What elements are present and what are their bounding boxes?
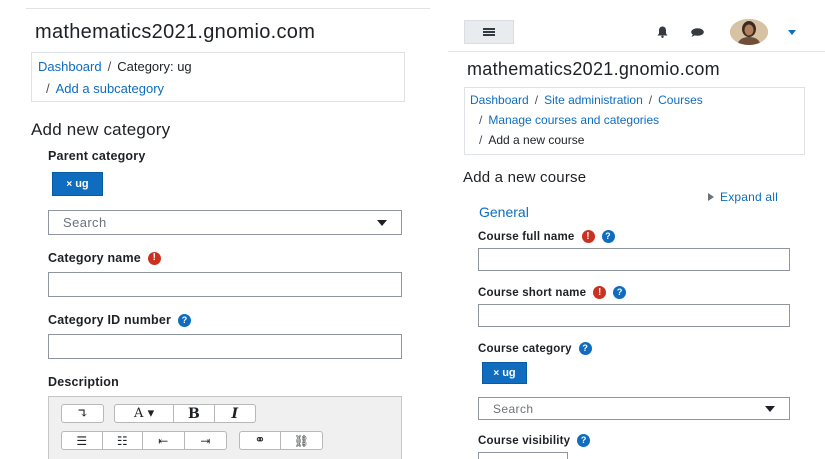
course-short-name-label: Course short name ! ? (478, 286, 627, 299)
course-category-search[interactable]: Search (478, 397, 790, 420)
outdent-button[interactable]: ⇤ (143, 432, 185, 449)
course-short-name-label-text: Course short name (478, 286, 587, 299)
course-short-name-input[interactable] (478, 304, 790, 327)
breadcrumb-courses-link[interactable]: Courses (658, 93, 703, 107)
selected-category-tag[interactable]: × ug (482, 362, 527, 384)
parent-category-label-text: Parent category (48, 149, 146, 163)
add-subcategory-link[interactable]: Add a subcategory (56, 81, 164, 96)
unlink-button[interactable]: ⛓ (281, 432, 322, 449)
breadcrumb-current: Category: ug (117, 59, 192, 74)
search-placeholder: Search (493, 401, 534, 416)
user-menu-caret-icon[interactable] (788, 30, 796, 35)
course-category-label: Course category ? (478, 342, 592, 355)
help-icon[interactable]: ? (601, 230, 615, 243)
breadcrumb-separator: / (534, 93, 539, 107)
breadcrumb-separator: / (46, 81, 50, 96)
help-icon[interactable]: ? (613, 286, 627, 299)
category-name-label-text: Category name (48, 251, 141, 265)
breadcrumb-site-admin-link[interactable]: Site administration (544, 93, 643, 107)
remove-tag-icon[interactable]: × (493, 368, 499, 379)
chat-icon[interactable] (691, 28, 704, 37)
site-title: mathematics2021.gnomio.com (467, 59, 720, 79)
expand-triangle-icon (708, 193, 714, 201)
breadcrumb: Dashboard / Category: ug / Add a subcategor… (31, 52, 405, 102)
tag-label: ug (75, 178, 89, 190)
course-category-label-text: Course category (478, 342, 572, 355)
top-divider (26, 8, 430, 9)
page-heading: Add a new course (463, 169, 587, 186)
tag-label: ug (502, 367, 516, 379)
parent-category-search[interactable]: Search (48, 210, 402, 235)
dropdown-caret-icon[interactable] (765, 405, 775, 412)
left-panel: mathematics2021.gnomio.com Dashboard / Cat… (0, 0, 430, 459)
right-panel: mathematics2021.gnomio.com Dashboard / Sit… (448, 0, 825, 459)
collapse-toolbar-button[interactable]: ↴ (62, 405, 103, 422)
course-full-name-label-text: Course full name (478, 230, 575, 243)
unordered-list-button[interactable]: ☰ (62, 432, 103, 449)
category-id-input[interactable] (48, 334, 402, 359)
menu-toggle-button[interactable] (464, 20, 514, 44)
required-icon: ! (147, 251, 161, 265)
search-placeholder: Search (63, 215, 107, 230)
breadcrumb-separator: / (479, 133, 483, 147)
required-icon: ! (593, 286, 607, 299)
top-navbar (448, 0, 825, 52)
editor-toolbar-group: ☰ ☷ ⇤ ⇥ (61, 431, 227, 450)
page-heading: Add new category (31, 120, 171, 139)
italic-button[interactable]: I (215, 405, 255, 422)
editor-toolbar-group: A ▾ B I (114, 404, 256, 423)
category-id-label-text: Category ID number (48, 313, 172, 327)
breadcrumb: Dashboard / Site administration / Courses / M… (464, 87, 805, 155)
help-icon[interactable]: ? (178, 313, 192, 327)
category-name-input[interactable] (48, 272, 402, 297)
description-editor[interactable]: ↴ A ▾ B I ☰ ☷ ⇤ ⇥ ⚭ ⛓ (48, 396, 402, 459)
ordered-list-button[interactable]: ☷ (103, 432, 144, 449)
category-name-label: Category name ! (48, 251, 161, 265)
help-icon[interactable]: ? (577, 434, 591, 447)
expand-all-link[interactable]: Expand all (708, 190, 778, 204)
selected-category-tag[interactable]: × ug (52, 172, 103, 196)
required-icon: ! (581, 230, 595, 243)
breadcrumb-manage-link[interactable]: Manage courses and categories (488, 113, 659, 127)
category-id-label: Category ID number ? (48, 313, 192, 327)
description-label-text: Description (48, 375, 119, 389)
hamburger-icon (483, 28, 495, 36)
remove-tag-icon[interactable]: × (66, 179, 72, 190)
indent-button[interactable]: ⇥ (185, 432, 226, 449)
help-icon[interactable]: ? (578, 342, 592, 355)
course-visibility-label-text: Course visibility (478, 434, 571, 447)
avatar[interactable] (730, 19, 768, 45)
link-button[interactable]: ⚭ (240, 432, 282, 449)
font-style-button[interactable]: A ▾ (115, 405, 175, 422)
expand-all-label: Expand all (720, 190, 779, 204)
breadcrumb-separator: / (107, 59, 112, 74)
bell-icon[interactable] (657, 26, 668, 38)
breadcrumb-dashboard-link[interactable]: Dashboard (38, 59, 102, 74)
editor-toolbar-group: ↴ (61, 404, 104, 423)
editor-toolbar-group: ⚭ ⛓ (239, 431, 323, 450)
course-full-name-label: Course full name ! ? (478, 230, 615, 243)
course-visibility-label: Course visibility ? (478, 434, 591, 447)
breadcrumb-separator: / (479, 113, 483, 127)
site-title: mathematics2021.gnomio.com (35, 21, 316, 43)
bold-button[interactable]: B (174, 405, 215, 422)
parent-category-label: Parent category (48, 149, 145, 163)
breadcrumb-current: Add a new course (488, 133, 585, 147)
dropdown-caret-icon[interactable] (377, 219, 387, 226)
course-full-name-input[interactable] (478, 248, 790, 271)
description-label: Description (48, 375, 119, 389)
course-visibility-select[interactable] (478, 452, 568, 459)
general-section-header[interactable]: General (479, 204, 529, 220)
breadcrumb-separator: / (648, 93, 653, 107)
breadcrumb-dashboard-link[interactable]: Dashboard (470, 93, 529, 107)
